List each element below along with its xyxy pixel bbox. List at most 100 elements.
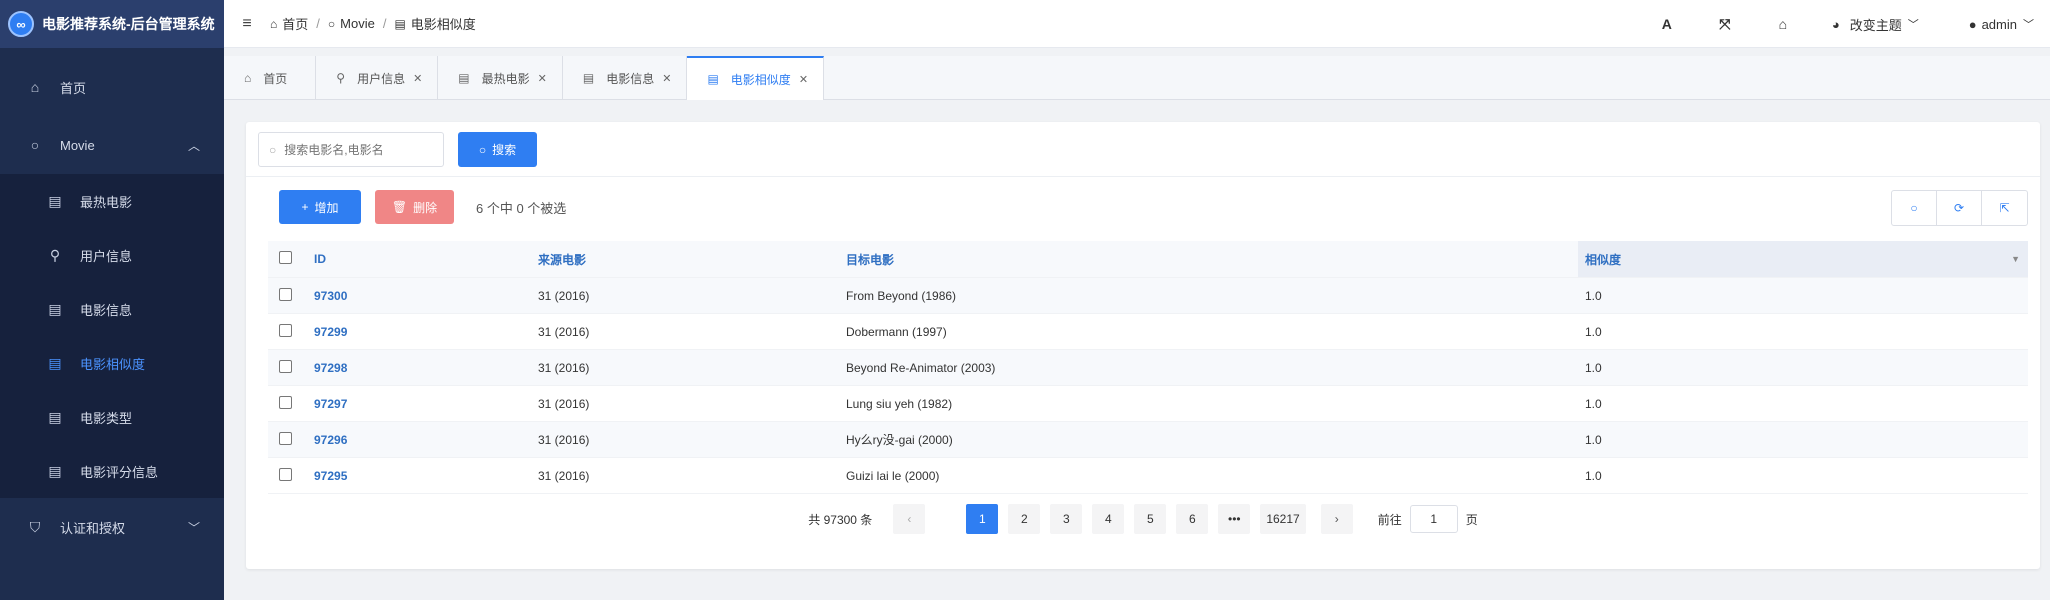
table-row[interactable]: 97299 31 (2016) Dobermann (1997) 1.0 <box>268 314 2028 350</box>
page-button[interactable]: 4 <box>1092 504 1125 534</box>
page-button[interactable]: 1 <box>966 504 999 534</box>
home-icon[interactable]: ⌂ <box>1754 16 1812 32</box>
tab-movie-similarity[interactable]: ▤ 电影相似度 ✕ <box>687 56 825 100</box>
sidebar-group-movie[interactable]: ○ Movie ︿ <box>0 116 224 174</box>
row-checkbox[interactable] <box>268 431 304 448</box>
goto-page-input[interactable]: 1 <box>1409 505 1458 533</box>
film-icon: ▤ <box>707 72 719 86</box>
page-button[interactable]: 5 <box>1134 504 1167 534</box>
sidebar-item-movie-genre[interactable]: ▤ 电影类型 <box>0 390 224 444</box>
add-button[interactable]: + 增加 <box>279 190 361 224</box>
refresh-icon[interactable]: ⟳ <box>1937 191 1982 225</box>
row-id-link[interactable]: 97296 <box>304 433 533 447</box>
sidebar-item-movie-similarity[interactable]: ▤ 电影相似度 <box>0 336 224 390</box>
row-similarity: 1.0 <box>1585 468 1602 483</box>
tab-label: 电影信息 <box>606 71 655 86</box>
logo-bar: ∞ 电影推荐系统-后台管理系统 <box>0 0 224 48</box>
table-row[interactable]: 97296 31 (2016) Hy么ry没-gai (2000) 1.0 <box>268 422 2028 458</box>
shield-icon: ⛉ <box>29 518 41 535</box>
row-id-link[interactable]: 97297 <box>304 397 533 411</box>
page-button[interactable]: 6 <box>1176 504 1209 534</box>
font-size-button[interactable]: A <box>1638 16 1696 32</box>
row-checkbox[interactable] <box>268 287 304 304</box>
prev-page-button[interactable]: ‹ <box>893 504 926 534</box>
column-header-target[interactable]: 目标电影 <box>841 251 1578 268</box>
search-toggle-icon[interactable]: ○ <box>1892 191 1937 225</box>
search-icon: ○ <box>478 142 487 157</box>
table-row[interactable]: 97298 31 (2016) Beyond Re-Animator (2003) 1… <box>268 350 2028 386</box>
close-icon[interactable]: ✕ <box>662 72 671 85</box>
column-header-id[interactable]: ID <box>304 252 533 266</box>
search-button-label: 搜索 <box>492 143 517 157</box>
sidebar-item-hot-movies[interactable]: ▤ 最热电影 <box>0 174 224 228</box>
user-icon: ⚲ <box>336 71 346 85</box>
column-header-label: 相似度 <box>1585 252 1622 267</box>
row-target-movie: From Beyond (1986) <box>846 288 957 303</box>
film-icon: ▤ <box>48 300 62 317</box>
search-button[interactable]: ○ 搜索 <box>458 132 537 167</box>
search-input[interactable] <box>284 142 435 157</box>
row-checkbox[interactable] <box>268 395 304 412</box>
row-source-movie: 31 (2016) <box>538 360 590 375</box>
row-checkbox[interactable] <box>268 359 304 376</box>
sidebar-item-home[interactable]: ⌂ 首页 <box>0 58 224 116</box>
row-checkbox[interactable] <box>268 323 304 340</box>
sort-desc-icon[interactable]: ▼ <box>2011 254 2020 264</box>
search-field[interactable]: ○ <box>258 132 444 167</box>
table-row[interactable]: 97300 31 (2016) From Beyond (1986) 1.0 <box>268 278 2028 314</box>
sidebar-item-user-info[interactable]: ⚲ 用户信息 <box>0 228 224 282</box>
tab-movie-info[interactable]: ▤ 电影信息 ✕ <box>563 56 688 100</box>
divider <box>246 176 2040 177</box>
sidebar-item-label: 电影相似度 <box>80 356 146 372</box>
row-target-movie: Dobermann (1997) <box>846 324 947 339</box>
search-icon: ○ <box>269 142 277 157</box>
app-title: 电影推荐系统-后台管理系统 <box>42 16 215 32</box>
next-page-button[interactable]: › <box>1320 504 1353 534</box>
column-header-similarity[interactable]: 相似度 ▼ <box>1578 241 2028 277</box>
column-header-source[interactable]: 来源电影 <box>533 251 841 268</box>
sidebar-item-label: 电影评分信息 <box>80 464 159 480</box>
row-id-link[interactable]: 97299 <box>304 325 533 339</box>
palette-icon: ◕ <box>1831 16 1840 32</box>
row-checkbox[interactable] <box>268 467 304 484</box>
similarity-table: ID 来源电影 目标电影 相似度 ▼ 97300 31 (2016) From Be… <box>268 241 2028 494</box>
page-button[interactable]: 3 <box>1050 504 1083 534</box>
row-target-movie: Lung siu yeh (1982) <box>846 396 953 411</box>
theme-dropdown[interactable]: ◕ 改变主题 ﹀ <box>1832 15 1919 34</box>
select-all-checkbox[interactable] <box>268 251 304 267</box>
export-icon[interactable]: ⇱ <box>1982 191 2027 225</box>
breadcrumb-item-home[interactable]: 首页 <box>282 14 308 33</box>
close-icon[interactable]: ✕ <box>538 72 547 85</box>
row-id-link[interactable]: 97295 <box>304 469 533 483</box>
goto-prefix: 前往 <box>1377 512 1402 527</box>
table-row[interactable]: 97295 31 (2016) Guizi lai le (2000) 1.0 <box>268 458 2028 494</box>
delete-button[interactable]: 🗑 删除 <box>375 190 454 224</box>
table-row[interactable]: 97297 31 (2016) Lung siu yeh (1982) 1.0 <box>268 386 2028 422</box>
fullscreen-icon[interactable]: ⤧ <box>1696 16 1754 33</box>
tab-hot-movies[interactable]: ▤ 最热电影 ✕ <box>438 56 563 100</box>
last-page-button[interactable]: 16217 <box>1260 504 1306 534</box>
sidebar-group-auth[interactable]: ⛉ 认证和授权 ﹀ <box>0 498 224 556</box>
tab-label: 电影相似度 <box>730 72 791 87</box>
breadcrumb-separator: / <box>382 16 387 31</box>
tab-user-info[interactable]: ⚲ 用户信息 ✕ <box>316 56 439 100</box>
sidebar: ∞ 电影推荐系统-后台管理系统 ⌂ 首页 ○ Movie ︿ ▤ 最热电影 ⚲ … <box>0 0 224 600</box>
sidebar-item-label: 首页 <box>60 80 87 96</box>
breadcrumb-item-current: 电影相似度 <box>410 17 476 32</box>
sidebar-item-movie-rating[interactable]: ▤ 电影评分信息 <box>0 444 224 498</box>
film-icon: ▤ <box>48 462 62 479</box>
menu-toggle-icon[interactable]: ≡ <box>224 15 270 33</box>
more-pages-button[interactable]: ••• <box>1218 504 1251 534</box>
row-id-link[interactable]: 97300 <box>304 289 533 303</box>
film-icon: ▤ <box>48 408 62 425</box>
page-button[interactable]: 2 <box>1008 504 1041 534</box>
user-dropdown[interactable]: ● admin ﹀ <box>1969 16 2034 32</box>
content-card: ○ ○ 搜索 + 增加 🗑 删除 6 个中 0 个被选 ○ ⟳ ⇱ ID 来源电… <box>246 122 2040 569</box>
tab-home[interactable]: ⌂ 首页 <box>224 56 317 100</box>
sidebar-item-movie-info[interactable]: ▤ 电影信息 <box>0 282 224 336</box>
row-id-link[interactable]: 97298 <box>304 361 533 375</box>
close-icon[interactable]: ✕ <box>799 73 808 86</box>
tab-label: 用户信息 <box>357 71 406 86</box>
sidebar-item-label: 用户信息 <box>80 248 133 264</box>
close-icon[interactable]: ✕ <box>413 72 422 85</box>
